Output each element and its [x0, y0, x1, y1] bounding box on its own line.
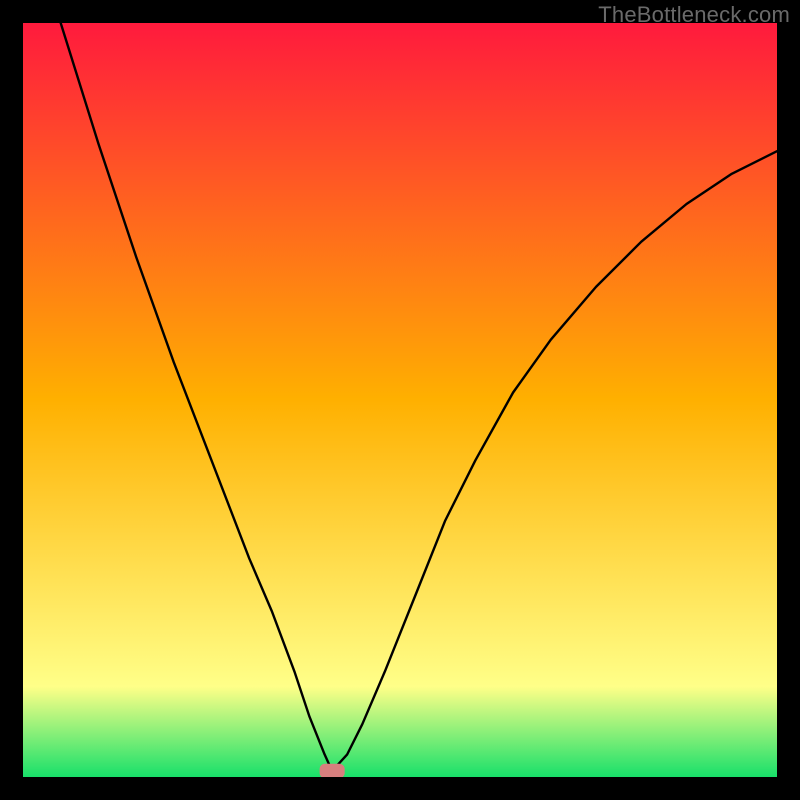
chart-container: TheBottleneck.com — [0, 0, 800, 800]
optimum-marker — [320, 764, 344, 777]
plot-area — [23, 23, 777, 777]
bottleneck-chart — [23, 23, 777, 777]
gradient-background — [23, 23, 777, 777]
